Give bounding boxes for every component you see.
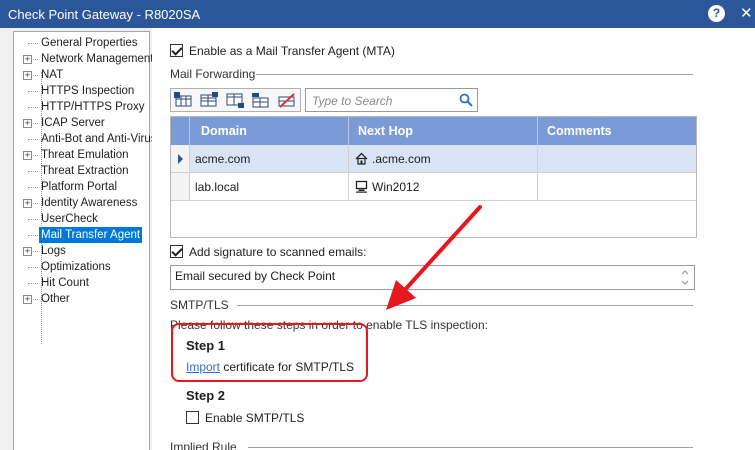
add-above-icon[interactable] [199, 92, 219, 109]
sidebar-item-label: Network Management [41, 53, 154, 65]
row-selector[interactable] [171, 145, 190, 173]
sidebar-item-label: Mail Transfer Agent [39, 227, 143, 243]
enable-smtp-tls-label: Enable SMTP/TLS [205, 411, 305, 425]
import-link[interactable]: Import [186, 360, 220, 374]
sidebar-item-label: UserCheck [41, 213, 98, 225]
current-row-icon [178, 154, 183, 164]
add-below-icon[interactable] [225, 92, 245, 109]
mta-checkbox[interactable] [170, 44, 183, 57]
sidebar-item-label: HTTPS Inspection [41, 85, 135, 97]
expand-icon[interactable]: + [23, 71, 32, 80]
sidebar-item-label: Platform Portal [41, 181, 118, 193]
sidebar-item-label: Threat Extraction [41, 165, 129, 177]
textbox-scrollbar[interactable] [678, 267, 692, 288]
tree-connector [28, 107, 38, 108]
tree-connector [28, 91, 38, 92]
expand-icon[interactable]: + [23, 247, 32, 256]
row-selector[interactable] [171, 173, 190, 201]
enable-smtp-tls-checkbox[interactable] [186, 411, 199, 424]
column-header-comments[interactable]: Comments [538, 117, 696, 145]
column-header-next-hop[interactable]: Next Hop [349, 117, 538, 145]
tree-connector [28, 283, 38, 284]
table-cell-comments[interactable] [538, 173, 696, 201]
sidebar-item-label: Anti-Bot and Anti-Virus [41, 133, 157, 145]
signature-checkbox[interactable] [170, 245, 183, 258]
table-cell-next-hop[interactable]: Win2012 [349, 173, 538, 201]
step1-title: Step 1 [186, 338, 226, 353]
mail-forwarding-title: Mail Forwarding [170, 67, 256, 81]
edit-row-icon[interactable] [251, 92, 271, 109]
implied-rule-title: Implied Rule [170, 440, 237, 450]
help-icon[interactable]: ? [708, 5, 725, 22]
expand-icon[interactable]: + [23, 199, 32, 208]
sidebar-item-label: ICAP Server [41, 117, 105, 129]
sidebar-item-label: HTTP/HTTPS Proxy [41, 101, 145, 113]
sidebar-tree: General Properties + Network Management + NA… [13, 31, 157, 450]
sidebar-item-label: Identity Awareness [41, 197, 138, 209]
annotation-arrow-icon [386, 205, 482, 310]
sidebar-item-label: NAT [41, 69, 64, 81]
section-divider [248, 447, 693, 448]
sidebar-item-label: Threat Emulation [41, 149, 129, 161]
table-corner [171, 117, 190, 145]
step2-title: Step 2 [186, 388, 226, 403]
add-row-icon[interactable] [174, 92, 194, 109]
tree-connector [28, 171, 38, 172]
search-input[interactable]: Type to Search [305, 88, 478, 112]
step1-rest-text: certificate for SMTP/TLS [220, 360, 355, 374]
sidebar-item-label: Other [41, 293, 70, 305]
search-placeholder: Type to Search [312, 94, 393, 108]
column-header-domain[interactable]: Domain [190, 117, 349, 145]
signature-text: Email secured by Check Point [175, 269, 336, 283]
sidebar-item-label: Hit Count [41, 277, 89, 289]
tree-connector [28, 219, 38, 220]
tree-connector [28, 235, 38, 236]
table-cell-comments[interactable] [538, 145, 696, 173]
sidebar-item-label: General Properties [41, 37, 138, 49]
expand-icon[interactable]: + [23, 151, 32, 160]
tls-instructions: Please follow these steps in order to en… [170, 318, 488, 332]
search-icon[interactable] [459, 93, 473, 110]
expand-icon[interactable]: + [23, 119, 32, 128]
mta-checkbox-label: Enable as a Mail Transfer Agent (MTA) [189, 44, 395, 58]
table-cell-next-hop[interactable]: .acme.com [349, 145, 538, 173]
table-cell-domain[interactable]: acme.com [190, 145, 349, 173]
tree-connector [28, 187, 38, 188]
tree-connector [28, 43, 38, 44]
delete-row-icon[interactable] [277, 92, 297, 109]
tree-connector [28, 267, 38, 268]
next-hop-text: .acme.com [372, 152, 431, 166]
section-divider [256, 74, 693, 75]
tree-connector [28, 139, 38, 140]
sidebar-item-label: Logs [41, 245, 66, 257]
table-cell-domain[interactable]: lab.local [190, 173, 349, 201]
window-title: Check Point Gateway - R8020SA [8, 7, 201, 22]
next-hop-text: Win2012 [372, 180, 420, 194]
title-bar: Check Point Gateway - R8020SA ? ✕ [0, 0, 755, 28]
smtp-tls-title: SMTP/TLS [170, 298, 229, 312]
step1-text: Import certificate for SMTP/TLS [186, 360, 354, 374]
computer-icon [355, 180, 368, 193]
expand-icon[interactable]: + [23, 295, 32, 304]
expand-icon[interactable]: + [23, 55, 32, 64]
sidebar-item-label: Optimizations [41, 261, 111, 273]
signature-checkbox-label: Add signature to scanned emails: [189, 245, 367, 259]
close-icon[interactable]: ✕ [740, 4, 753, 22]
forwarding-toolbar [170, 88, 301, 112]
house-icon [355, 152, 368, 165]
